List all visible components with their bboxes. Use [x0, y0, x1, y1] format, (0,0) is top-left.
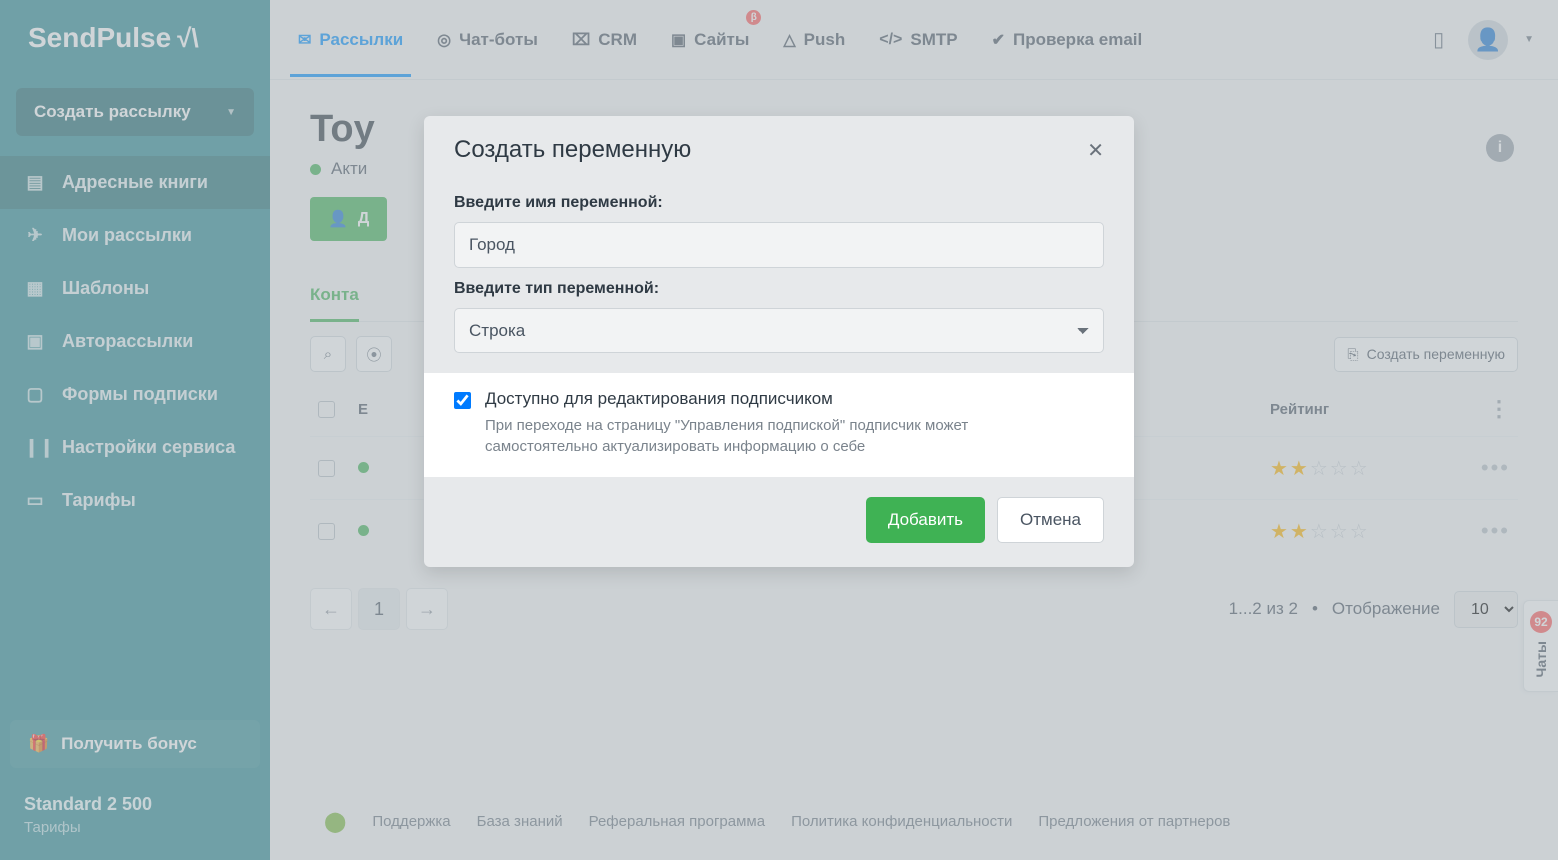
editable-checkbox-label: Доступно для редактирования подписчиком	[485, 389, 1065, 409]
modal-overlay: Создать переменную ✕ Введите имя перемен…	[0, 0, 1558, 860]
modal-title: Создать переменную	[454, 136, 691, 164]
create-variable-modal: Создать переменную ✕ Введите имя перемен…	[424, 116, 1134, 567]
variable-name-label: Введите имя переменной:	[454, 194, 1104, 212]
editable-option-block: Доступно для редактирования подписчиком …	[424, 373, 1134, 477]
editable-checkbox[interactable]	[454, 392, 471, 409]
modal-submit-button[interactable]: Добавить	[866, 497, 985, 543]
variable-name-input[interactable]	[454, 222, 1104, 268]
modal-cancel-button[interactable]: Отмена	[997, 497, 1104, 543]
close-icon[interactable]: ✕	[1087, 138, 1104, 163]
variable-type-select[interactable]: Строка	[454, 308, 1104, 353]
variable-type-label: Введите тип переменной:	[454, 280, 1104, 298]
editable-checkbox-help: При переходе на страницу "Управления под…	[485, 415, 1065, 457]
